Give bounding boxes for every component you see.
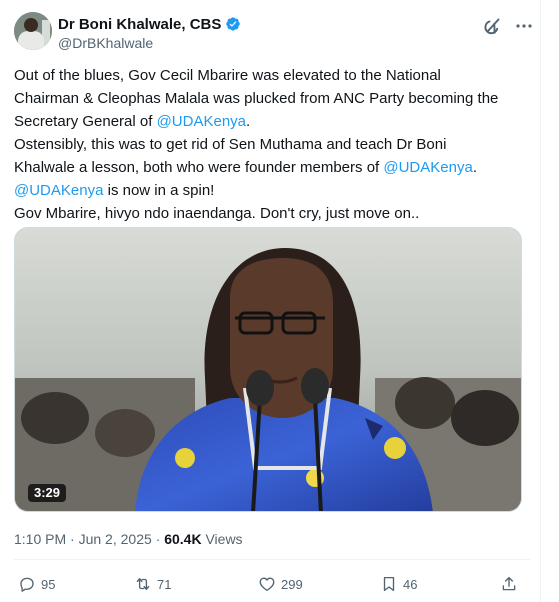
grok-icon[interactable]	[482, 16, 502, 36]
tweet-text-line: Chairman & Cleophas Malala was plucked f…	[14, 87, 530, 110]
author-display-name[interactable]: Dr Boni Khalwale, CBS	[58, 16, 221, 33]
tweet-text-segment: Out of the blues, Gov Cecil Mbarire was …	[14, 67, 441, 84]
video-duration-badge: 3:29	[28, 484, 67, 502]
bookmark-count: 46	[403, 576, 418, 592]
tweet-text-segment: Chairman & Cleophas Malala was plucked f…	[14, 90, 499, 107]
divider	[14, 559, 530, 560]
avatar[interactable]	[14, 12, 52, 50]
bookmark-icon	[383, 576, 395, 592]
views-label: Views	[201, 531, 243, 547]
timeline-border	[540, 0, 541, 602]
more-icon[interactable]	[514, 16, 534, 36]
like-count: 299	[281, 576, 303, 592]
reply-icon	[20, 577, 34, 592]
views-count[interactable]: 60.4K	[164, 531, 201, 547]
author-name-row[interactable]: Dr Boni Khalwale, CBS	[58, 15, 241, 33]
tweet-text-line: Gov Mbarire, hivyo ndo inaendanga. Don't…	[14, 202, 530, 225]
meta-separator: ·	[66, 531, 79, 547]
action-bar: 95 71 299 46	[14, 570, 530, 598]
tweet-text-segment: Khalwale a lesson, both who were founder…	[14, 159, 384, 176]
repost-icon	[136, 578, 150, 590]
tweet-text-segment: .	[246, 113, 251, 130]
tweet-text-segment: .	[472, 159, 477, 176]
verified-badge-icon[interactable]	[225, 16, 241, 32]
mention-link[interactable]: @UDAKenya	[157, 113, 246, 130]
meta-separator: ·	[151, 531, 165, 547]
tweet-date[interactable]: Jun 2, 2025	[79, 531, 152, 547]
mention-link[interactable]: @UDAKenya	[14, 182, 103, 199]
tweet-text-line: @UDAKenya is now in a spin!	[14, 179, 530, 202]
share-icon	[502, 576, 516, 591]
video-thumbnail	[15, 228, 521, 511]
repost-button[interactable]: 71	[134, 574, 171, 594]
reply-count: 95	[41, 576, 56, 592]
tweet-card[interactable]: Dr Boni Khalwale, CBS @DrBKhalwale Out o…	[0, 0, 559, 602]
bookmark-button[interactable]: 46	[380, 574, 417, 594]
tweet-text-segment: Ostensibly, this was to get rid of Sen M…	[14, 136, 447, 153]
tweet-text-line: Out of the blues, Gov Cecil Mbarire was …	[14, 64, 530, 87]
share-button[interactable]	[500, 574, 523, 594]
author-handle[interactable]: @DrBKhalwale	[58, 35, 153, 51]
tweet-meta: 1:10 PM · Jun 2, 2025 · 60.4K Views	[14, 531, 243, 547]
tweet-text-line: Ostensibly, this was to get rid of Sen M…	[14, 133, 530, 156]
mention-link[interactable]: @UDAKenya	[383, 159, 472, 176]
tweet-text: Out of the blues, Gov Cecil Mbarire was …	[14, 64, 530, 225]
tweet-text-segment: is now in a spin!	[103, 182, 215, 199]
video-player[interactable]: 3:29	[14, 227, 522, 512]
tweet-time[interactable]: 1:10 PM	[14, 531, 66, 547]
tweet-text-segment: Secretary General of	[14, 113, 157, 130]
tweet-header: Dr Boni Khalwale, CBS @DrBKhalwale	[14, 12, 534, 54]
like-icon	[259, 577, 275, 592]
reply-button[interactable]: 95	[18, 574, 55, 594]
like-button[interactable]: 299	[258, 574, 303, 594]
tweet-text-line: Secretary General of @UDAKenya.	[14, 110, 530, 133]
tweet-text-line: Khalwale a lesson, both who were founder…	[14, 156, 530, 179]
repost-count: 71	[157, 576, 172, 592]
tweet-text-segment: Gov Mbarire, hivyo ndo inaendanga. Don't…	[14, 205, 420, 222]
